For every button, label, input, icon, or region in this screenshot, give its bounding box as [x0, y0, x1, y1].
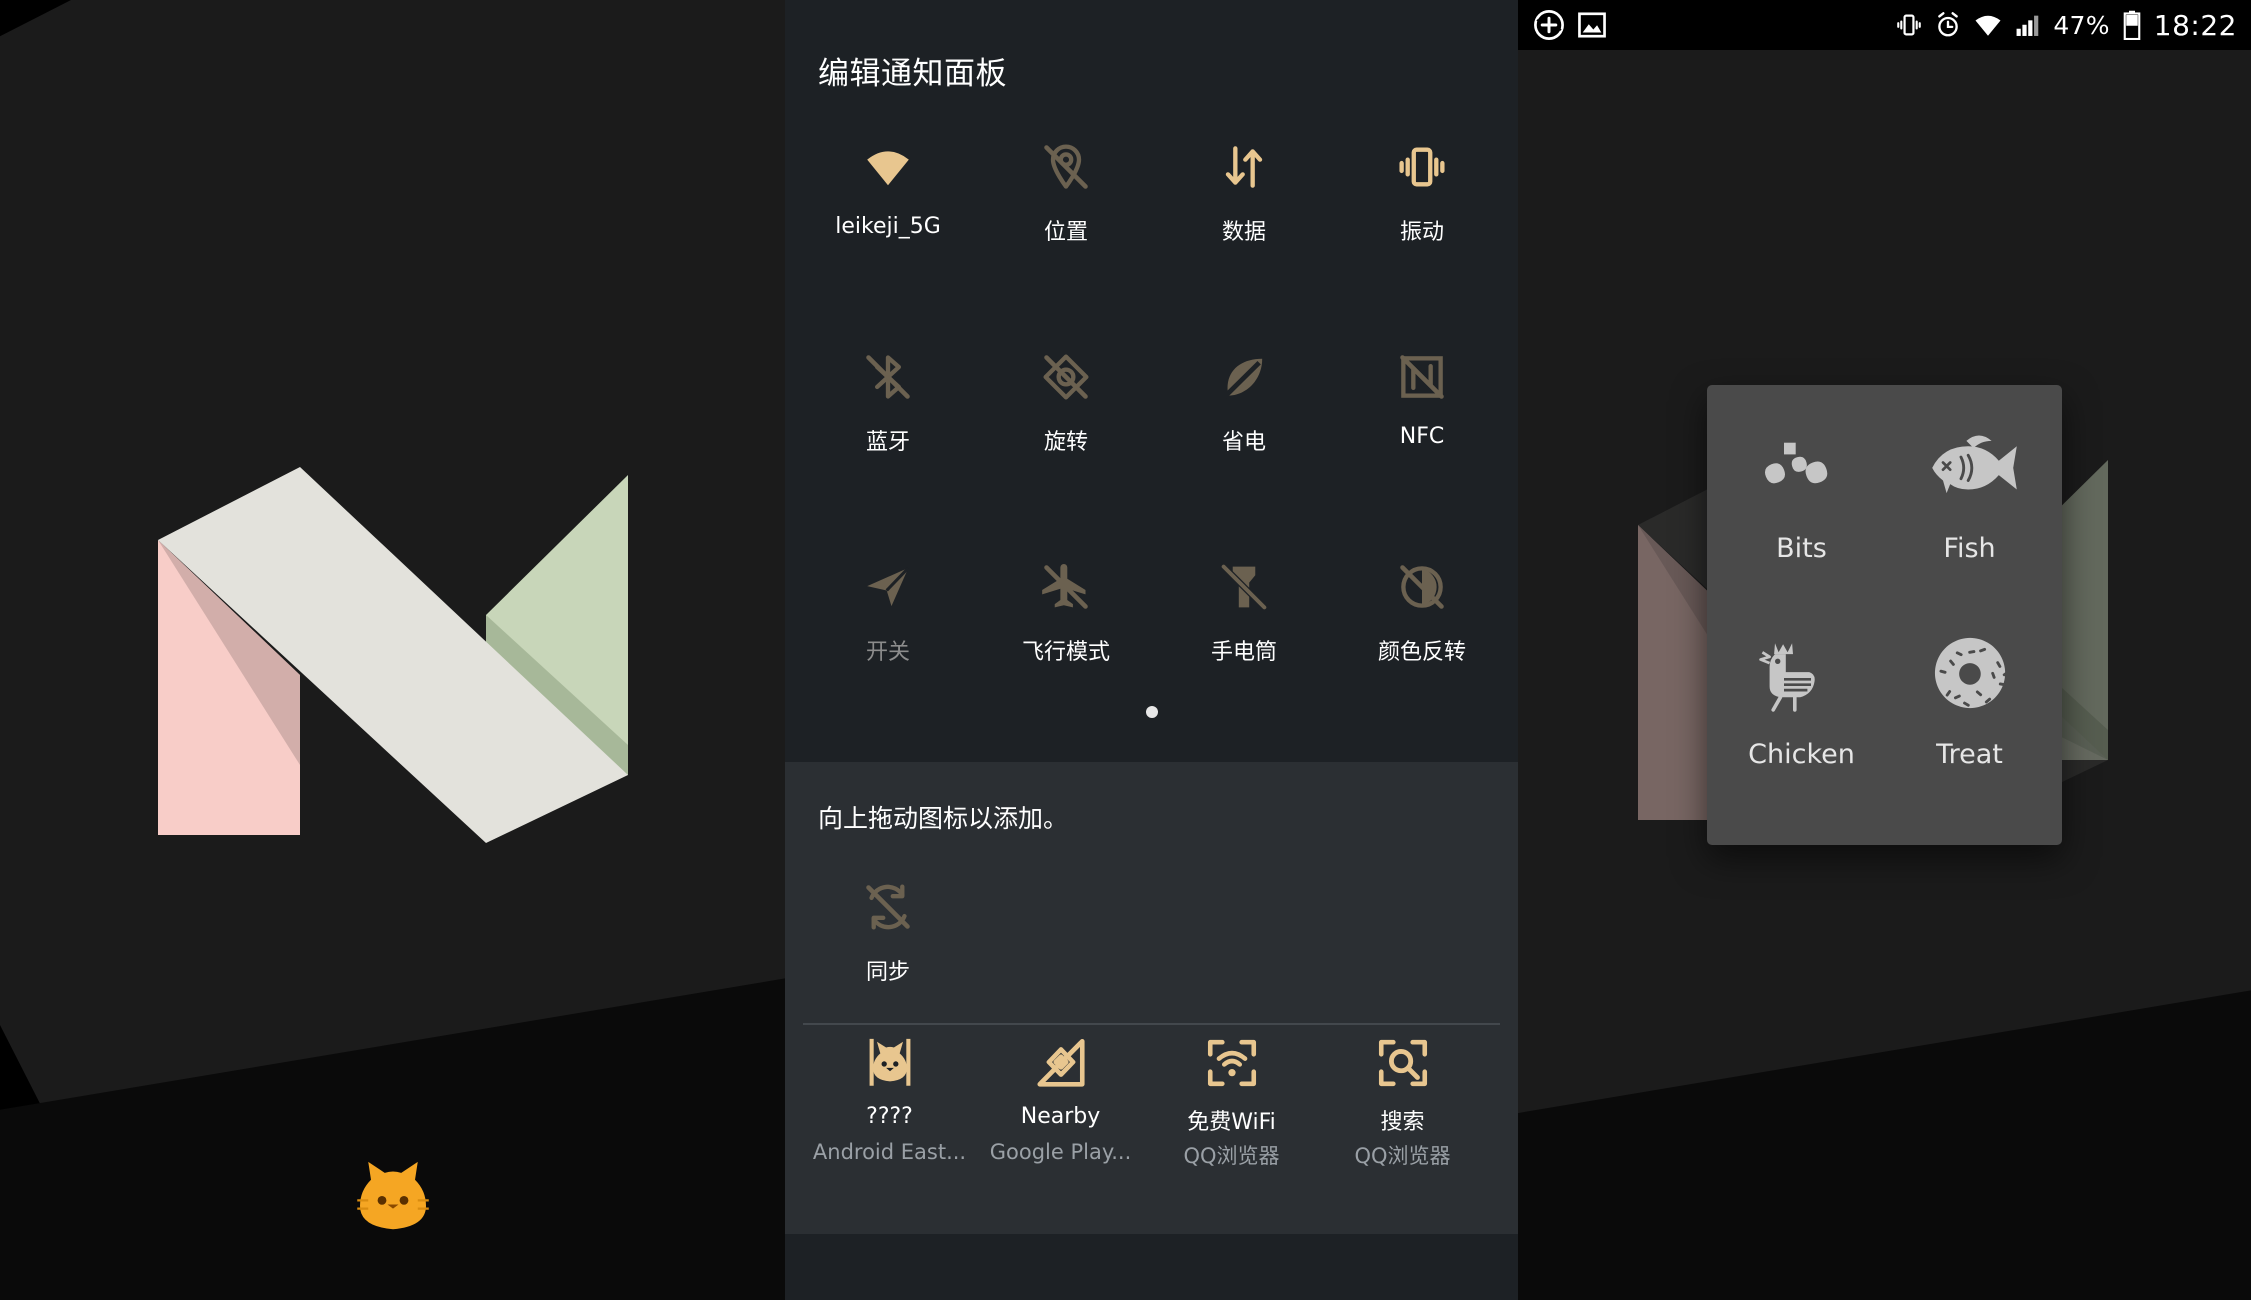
battery-icon [2123, 10, 2141, 40]
page-indicator [785, 705, 1518, 723]
bluetooth-off-icon [799, 348, 977, 406]
nearby-icon [978, 1032, 1143, 1094]
food-option-label: Treat [1936, 739, 2003, 770]
stashed-tiles-area: 同步 [785, 870, 1518, 1000]
search-scan-icon [1320, 1032, 1485, 1094]
food-option-label: Chicken [1748, 739, 1855, 770]
suggested-app-subtitle: QQ浏览器 [1354, 1144, 1451, 1168]
android-n-logo [158, 467, 628, 843]
flashlight-off-icon [1155, 558, 1333, 616]
drawer-divider [803, 1023, 1500, 1025]
qs-tile-6[interactable]: 旋转 [977, 340, 1155, 486]
status-bar-notification-icons [1532, 0, 1608, 50]
neko-food-dialog: Bits Fish Chicken Treat [1707, 385, 2062, 845]
qs-tile-label: 飞行模式 [1021, 640, 1110, 665]
battery-percent-label: 47% [2053, 10, 2110, 40]
qs-editor-toolbar: 编辑通知面板 [785, 0, 1518, 130]
qs-tile-10[interactable]: 飞行模式 [977, 550, 1155, 696]
suggested-app-subtitle: Google Play... [989, 1140, 1132, 1164]
qs-tile-label: 位置 [1043, 220, 1088, 245]
image-icon [1578, 12, 1606, 38]
status-bar: 47% 18:22 [1518, 0, 2251, 50]
send-icon [799, 558, 977, 616]
qs-tile-12[interactable]: 颜色反转 [1333, 550, 1511, 696]
qs-tile-label: 数据 [1221, 220, 1266, 245]
suggested-app-3[interactable]: 免费WiFi QQ浏览器 [1149, 1032, 1314, 1192]
rotate-lock-icon [977, 348, 1155, 406]
cat-face-icon [357, 1161, 429, 1230]
battery-saver-icon [1155, 348, 1333, 406]
qs-tile-2[interactable]: 位置 [977, 130, 1155, 276]
qs-tile-label: 旋转 [1043, 430, 1088, 455]
home-screen-panel [0, 0, 785, 1300]
qs-tile-3[interactable]: 数据 [1155, 130, 1333, 276]
suggested-app-name: Nearby [1020, 1104, 1101, 1129]
qs-tile-5[interactable]: 蓝牙 [799, 340, 977, 486]
qs-tile-label: 颜色反转 [1377, 640, 1466, 665]
stashed-tile-label: 同步 [865, 960, 910, 985]
data-transfer-icon [1155, 138, 1333, 196]
wifi-icon [1975, 15, 2001, 36]
qs-tile-label: NFC [1399, 424, 1445, 449]
stashed-tile-1[interactable]: 同步 [799, 870, 977, 1016]
free-wifi-scan-icon [1149, 1032, 1314, 1094]
qs-tile-grid: leikeji_5G 位置 数据 振动蓝牙 旋转 省电 NFC 开关 飞行模式 手电筒 颜色反转 [785, 130, 1518, 760]
invert-colors-off-icon [1333, 558, 1511, 616]
neko-cat-icon [807, 1032, 972, 1094]
donut-treat-icon [1887, 613, 2052, 733]
suggested-app-2[interactable]: Nearby Google Play... [978, 1032, 1143, 1192]
qs-tile-label: 蓝牙 [865, 430, 910, 455]
alarm-icon [1938, 12, 1959, 37]
qs-tile-drawer: 向上拖动图标以添加。 同步 ???? Android East... Nearby G… [785, 762, 1518, 1234]
page-title: 编辑通知面板 [818, 56, 1007, 92]
location-off-icon [977, 138, 1155, 196]
chicken-icon [1719, 613, 1884, 733]
wifi-icon [799, 138, 977, 196]
food-option-treat[interactable]: Treat [1887, 613, 2052, 813]
qs-tile-1[interactable]: leikeji_5G [799, 130, 977, 276]
airplane-off-icon [977, 558, 1155, 616]
qs-tile-label: 省电 [1221, 430, 1266, 455]
qs-tile-11[interactable]: 手电筒 [1155, 550, 1333, 696]
suggested-apps-row: ???? Android East... Nearby Google Play... 免… [785, 1032, 1518, 1192]
food-option-fish[interactable]: Fish [1887, 407, 2052, 607]
food-option-label: Fish [1943, 533, 1996, 564]
qs-tile-7[interactable]: 省电 [1155, 340, 1333, 486]
quick-settings-editor-panel: 编辑通知面板 leikeji_5G 位置 数据 振动蓝牙 旋转 省电 NFC 开关 飞行模式 手电… [785, 0, 1518, 1300]
suggested-app-4[interactable]: 搜索 QQ浏览器 [1320, 1032, 1485, 1192]
drawer-hint-text: 向上拖动图标以添加。 [818, 804, 1069, 833]
bits-icon [1719, 407, 1884, 527]
suggested-app-name: 免费WiFi [1187, 1110, 1276, 1135]
qs-tile-label: 手电筒 [1210, 640, 1277, 665]
vibrate-icon [1333, 138, 1511, 196]
qs-tile-label: 开关 [865, 640, 910, 665]
suggested-app-1[interactable]: ???? Android East... [807, 1032, 972, 1192]
status-bar-system-icons: 47% 18:22 [1895, 0, 2237, 50]
food-option-label: Bits [1776, 533, 1827, 564]
food-option-chicken[interactable]: Chicken [1719, 613, 1884, 813]
qs-tile-label: leikeji_5G [835, 214, 941, 239]
qs-tile-9[interactable]: 开关 [799, 550, 977, 696]
page-dot-1[interactable] [1145, 706, 1158, 718]
qs-tile-8[interactable]: NFC [1333, 340, 1511, 486]
fish-icon [1887, 407, 2052, 527]
clock-label: 18:22 [2153, 8, 2237, 42]
sync-off-icon [799, 878, 977, 936]
signal-icon [2016, 15, 2039, 36]
suggested-app-subtitle: Android East... [812, 1140, 967, 1164]
qs-tile-label: 振动 [1399, 220, 1444, 245]
add-circle-icon [1534, 10, 1564, 40]
suggested-app-name: ???? [866, 1104, 913, 1129]
nfc-off-icon [1333, 348, 1511, 406]
food-option-bits[interactable]: Bits [1719, 407, 1884, 607]
vibrate-icon [1897, 14, 1922, 36]
qs-tile-4[interactable]: 振动 [1333, 130, 1511, 276]
suggested-app-name: 搜索 [1380, 1110, 1425, 1135]
suggested-app-subtitle: QQ浏览器 [1183, 1144, 1280, 1168]
